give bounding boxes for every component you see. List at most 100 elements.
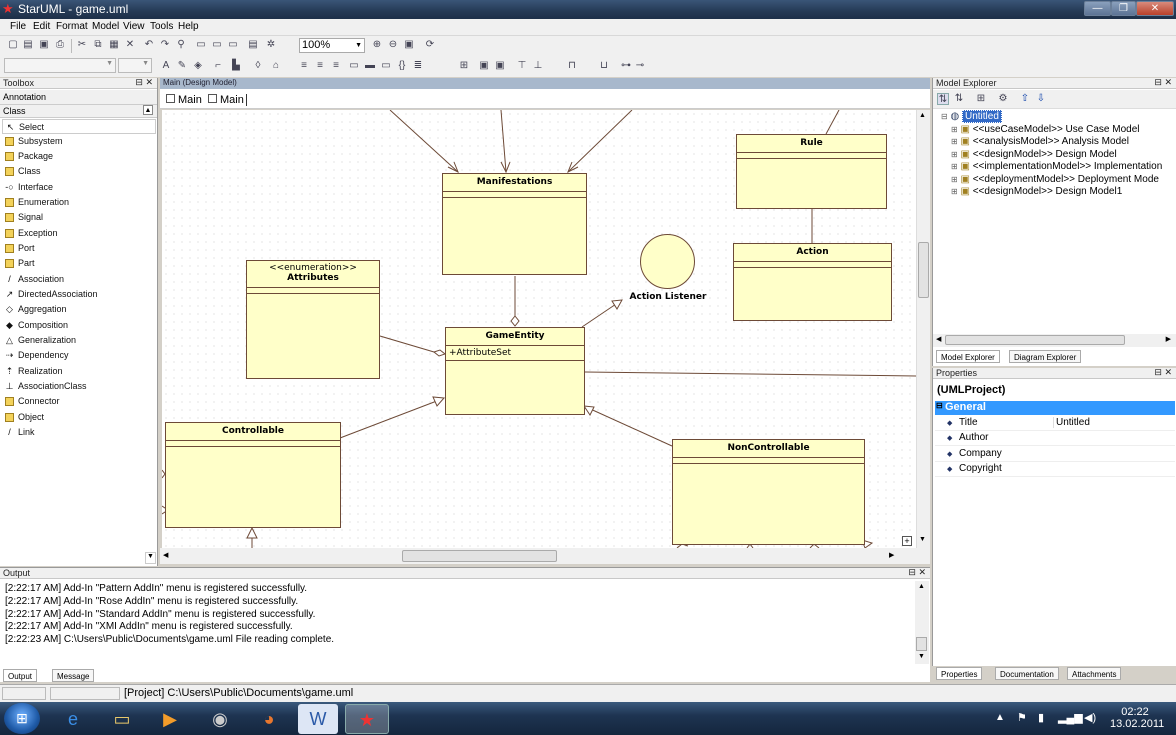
tray-up-icon[interactable]: ▲	[995, 712, 1005, 723]
undo-icon[interactable]: ↶	[143, 39, 155, 51]
minimize-button[interactable]: —	[1084, 1, 1111, 16]
explorer-horizontal-scrollbar[interactable]: ◀ ▶	[933, 334, 1176, 347]
tree-item-design-model1[interactable]: ⊞ ▣ <<designModel>> Design Model1	[951, 186, 1122, 197]
tool-aggregation[interactable]: ◇ Aggregation	[2, 302, 156, 317]
tool-realization[interactable]: ⇡ Realization	[2, 364, 156, 379]
tool-part[interactable]: Part	[2, 256, 156, 271]
tool-subsystem[interactable]: Subsystem	[2, 134, 156, 149]
expand-icon[interactable]: ⊞	[951, 125, 958, 134]
diagram-horizontal-scrollbar[interactable]: ◀ ▶ +	[160, 536, 930, 564]
class-rule[interactable]: Rule	[736, 134, 887, 209]
line-color-icon[interactable]: ✎	[176, 60, 188, 72]
scroll-up-icon[interactable]: ▲	[918, 583, 925, 590]
tree-item-implementation-model[interactable]: ⊞ ▣ <<implementationModel>> Implementati…	[951, 161, 1162, 172]
clock[interactable]: 02:22 13.02.2011	[1110, 706, 1164, 730]
tab-attachments[interactable]: Attachments	[1067, 667, 1122, 680]
signal-icon[interactable]: ▂▄▆	[1058, 711, 1083, 724]
tool-port[interactable]: Port	[2, 241, 156, 256]
front-icon[interactable]: ▣	[478, 60, 490, 72]
scroll-thumb[interactable]	[916, 637, 927, 651]
expand-icon[interactable]: ⊞	[951, 187, 958, 196]
scroll-thumb[interactable]	[402, 550, 557, 562]
tab-documentation[interactable]: Documentation	[995, 667, 1059, 680]
tab-output[interactable]: Output	[3, 669, 38, 682]
word-icon[interactable]: W	[298, 704, 338, 734]
close-icon[interactable]: ⊟ ✕	[1154, 77, 1172, 88]
menu-tools[interactable]: Tools	[150, 21, 173, 32]
explorer-icon[interactable]: ▭	[102, 704, 142, 734]
zoom-area-icon[interactable]: ▭	[211, 39, 223, 51]
new-icon[interactable]: ▢	[7, 39, 19, 51]
class-controllable[interactable]: Controllable	[165, 422, 341, 528]
scroll-down-icon[interactable]: ▼	[918, 653, 925, 660]
font-size-select[interactable]: ▼	[118, 58, 152, 73]
volume-icon[interactable]: ◀)	[1084, 711, 1096, 724]
attributes-icon[interactable]: ▬	[364, 60, 376, 72]
sort-icon[interactable]: ⇅	[937, 93, 949, 105]
navigator-icon[interactable]: +	[902, 536, 912, 546]
tool-composition[interactable]: ◆ Composition	[2, 318, 156, 333]
expand-icon[interactable]: ⊞	[951, 162, 958, 171]
suppress-icon[interactable]: ⌂	[270, 60, 282, 72]
menu-format[interactable]: Format	[56, 21, 88, 32]
stereotype-icon[interactable]: ▙	[230, 60, 242, 72]
steam-icon[interactable]: ◉	[200, 704, 240, 734]
operations-icon[interactable]: ▭	[348, 60, 360, 72]
collapse-icon[interactable]: ⊟	[936, 401, 943, 410]
collapse-icon[interactable]: ⊟	[941, 112, 948, 121]
tool-class[interactable]: Class	[2, 164, 156, 179]
layout-icon[interactable]: ▤	[247, 39, 259, 51]
diagram-canvas[interactable]: Manifestations Rule Action Action Listen…	[162, 110, 916, 548]
tool-generalization[interactable]: △ Generalization	[2, 333, 156, 348]
zoom-in-icon[interactable]: ⊕	[371, 39, 383, 51]
scroll-right-icon[interactable]: ▶	[1166, 335, 1171, 343]
zoom-reset-icon[interactable]: ▣	[403, 39, 415, 51]
layout-icon[interactable]: ⊞	[458, 60, 470, 72]
scroll-right-icon[interactable]: ▶	[889, 551, 894, 559]
filter-icon[interactable]: ⚙	[997, 93, 1009, 105]
maximize-button[interactable]: ❐	[1111, 1, 1136, 16]
ie-icon[interactable]: e	[53, 704, 93, 734]
tool-connector[interactable]: Connector	[2, 394, 156, 409]
add-element-icon[interactable]: ⊞	[975, 93, 987, 105]
tool-exception[interactable]: Exception	[2, 226, 156, 241]
find-icon[interactable]: ⚲	[175, 39, 187, 51]
size-height-icon[interactable]: ⊸	[634, 60, 646, 72]
menu-view[interactable]: View	[123, 21, 145, 32]
class-noncontrollable[interactable]: NonControllable	[672, 439, 865, 545]
menu-model[interactable]: Model	[92, 21, 119, 32]
settings-icon[interactable]: ✲	[265, 39, 277, 51]
tool-select[interactable]: ↖ Select	[2, 119, 156, 134]
zoom-fit-icon[interactable]: ▭	[227, 39, 239, 51]
tool-directed-association[interactable]: ↗ DirectedAssociation	[2, 287, 156, 302]
tree-item-usecase-model[interactable]: ⊞ ▣ <<useCaseModel>> Use Case Model	[951, 124, 1139, 135]
battery-icon[interactable]: ▮	[1038, 711, 1044, 724]
class-action[interactable]: Action	[733, 243, 892, 321]
distribute-icon[interactable]: ⊓	[566, 60, 578, 72]
zoom-select[interactable]: 100% ▼	[299, 38, 365, 53]
font-icon[interactable]: A	[160, 60, 172, 72]
align-center-icon[interactable]: ≡	[314, 60, 326, 72]
start-button[interactable]: ⊞	[4, 703, 40, 734]
save-icon[interactable]: ▣	[38, 39, 50, 51]
tab-main-2[interactable]: Main	[208, 94, 247, 106]
align-right-icon[interactable]: ≡	[330, 60, 342, 72]
tab-model-explorer[interactable]: Model Explorer	[936, 350, 1000, 363]
menu-file[interactable]: File	[10, 21, 26, 32]
open-icon[interactable]: ▤	[22, 39, 34, 51]
show-icon[interactable]: ▭	[380, 60, 392, 72]
tool-association-class[interactable]: ⊥ AssociationClass	[2, 379, 156, 394]
properties-group-general[interactable]: ⊟ General	[935, 401, 1175, 415]
redo-icon[interactable]: ↷	[159, 39, 171, 51]
paste-icon[interactable]: ▦	[108, 39, 120, 51]
fill-color-icon[interactable]: ◈	[192, 60, 204, 72]
align-left-icon[interactable]: ≡	[298, 60, 310, 72]
cut-icon[interactable]: ✂	[76, 39, 88, 51]
delete-icon[interactable]: ✕	[124, 39, 136, 51]
font-name-select[interactable]: ▼	[4, 58, 116, 73]
tool-interface[interactable]: -○ Interface	[2, 180, 156, 195]
tool-package[interactable]: Package	[2, 149, 156, 164]
menu-edit[interactable]: Edit	[33, 21, 50, 32]
tool-dependency[interactable]: ⇢ Dependency	[2, 348, 156, 363]
class-manifestations[interactable]: Manifestations	[442, 173, 587, 275]
